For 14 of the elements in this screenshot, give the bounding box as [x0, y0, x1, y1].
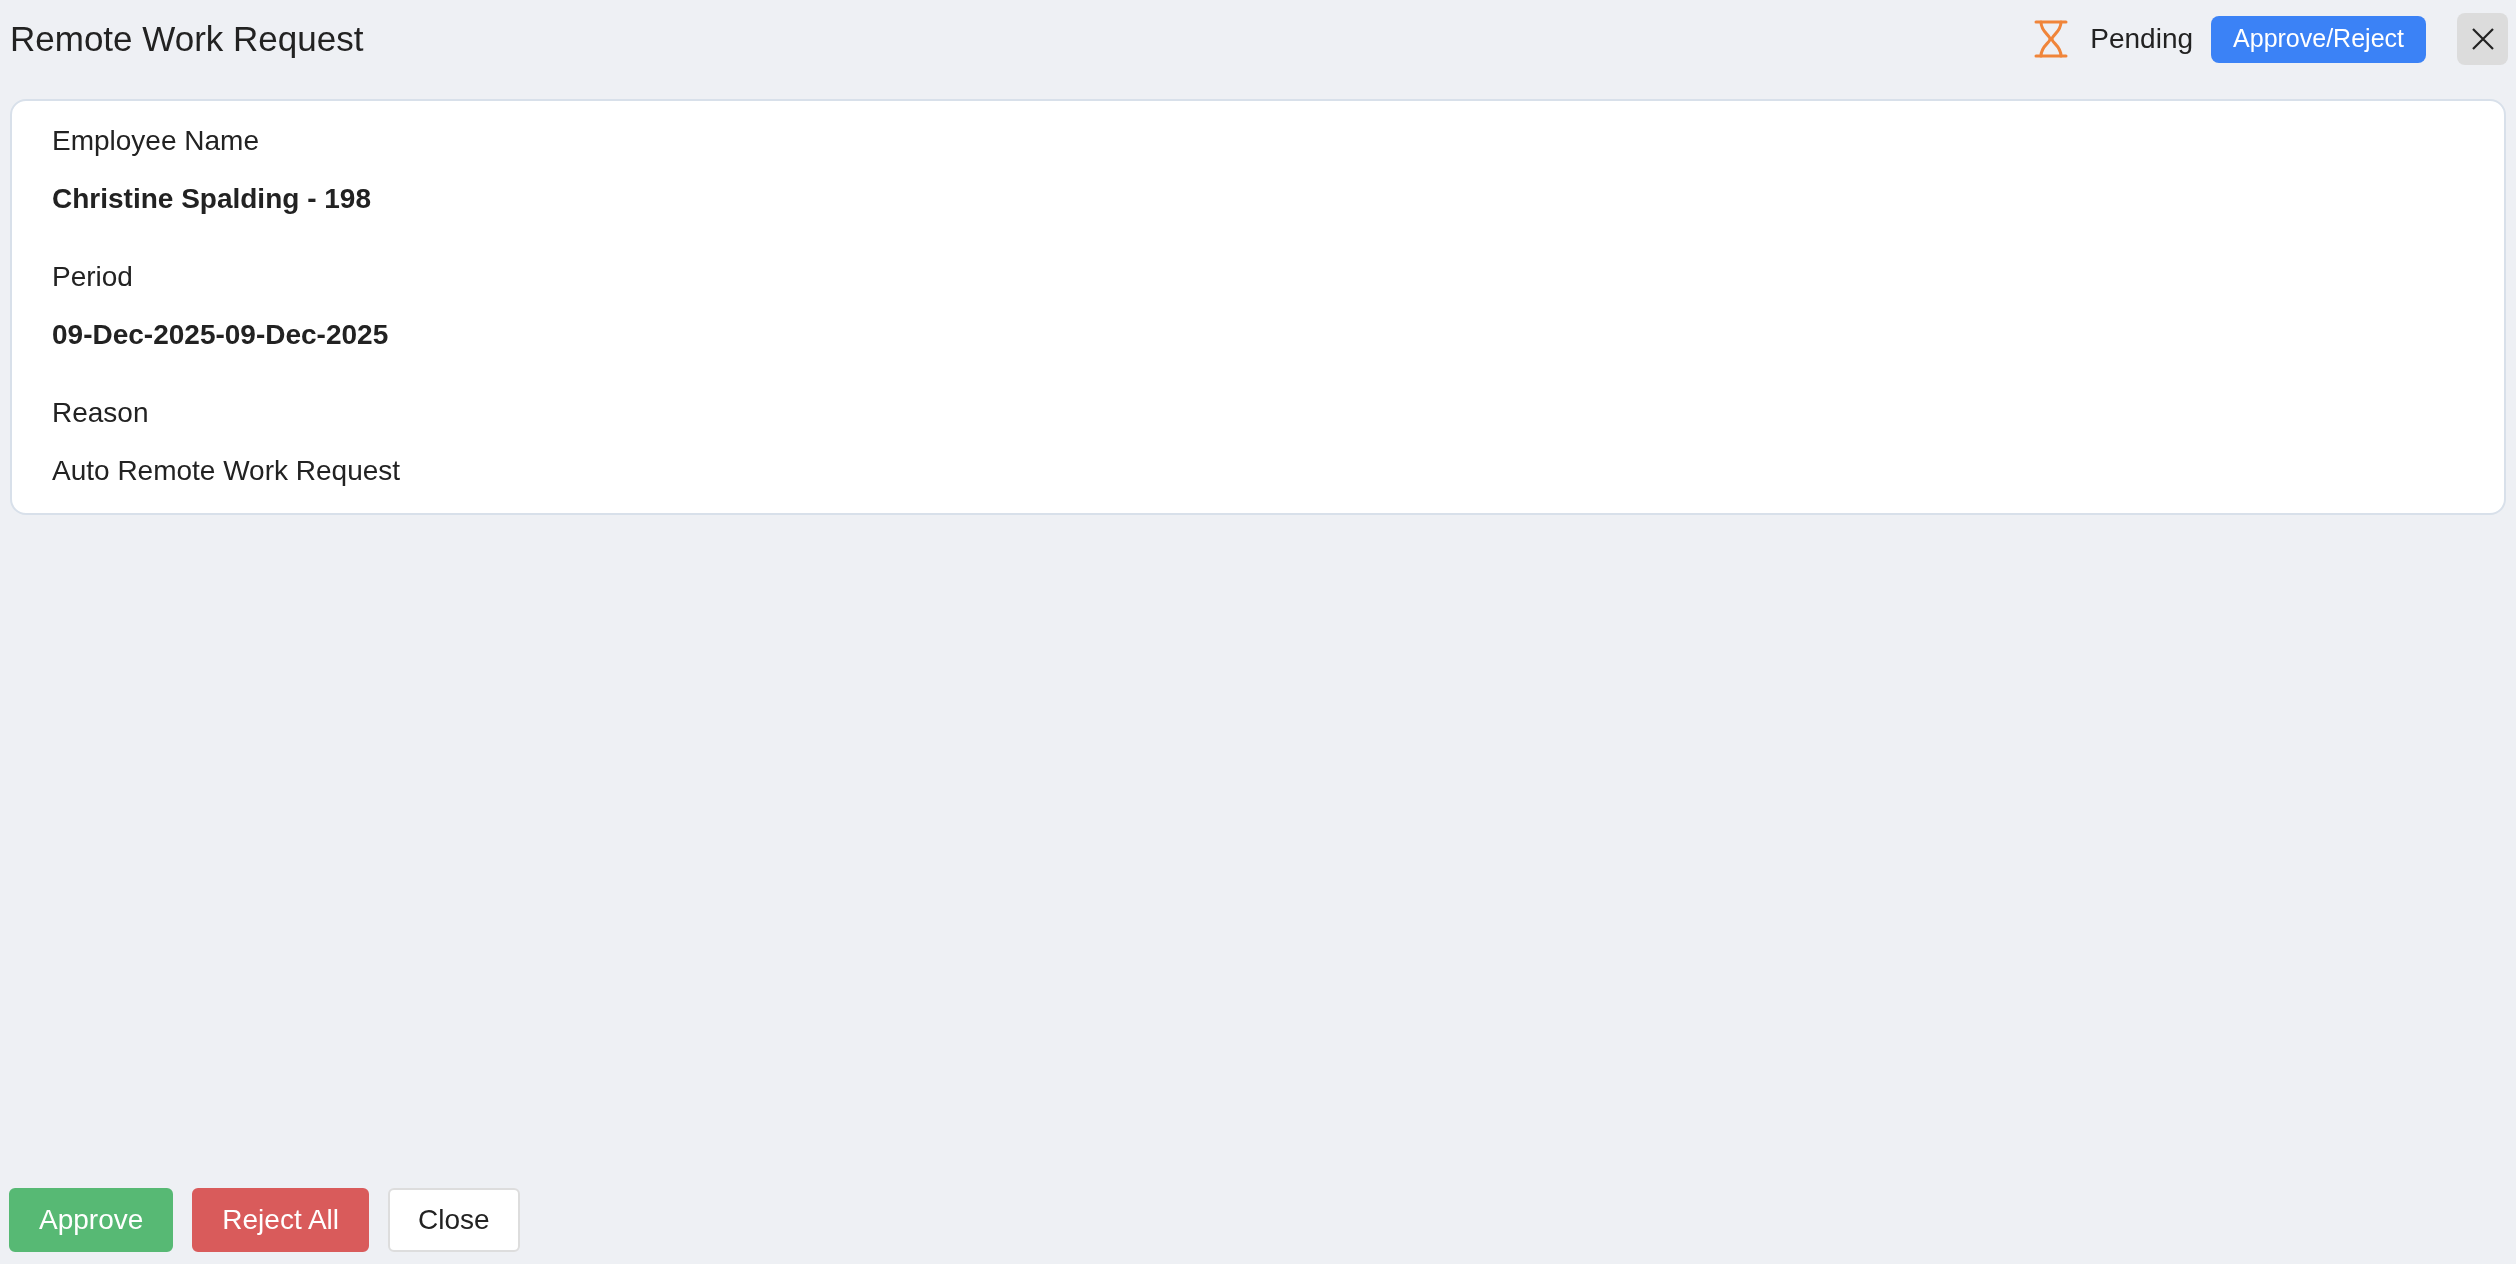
hourglass-icon	[2034, 20, 2069, 58]
field-value: Auto Remote Work Request	[52, 454, 402, 488]
field-label: Reason	[52, 396, 150, 430]
window-title: Remote Work Request	[10, 17, 365, 60]
field-label: Period	[52, 260, 134, 294]
field-label: Employee Name	[52, 124, 260, 158]
field-value: 09-Dec-2025-09-Dec-2025	[52, 318, 390, 352]
approve-button[interactable]: Approve	[9, 1188, 174, 1252]
close-icon[interactable]	[2457, 13, 2508, 65]
approve-reject-button[interactable]: Approve/Reject	[2211, 15, 2426, 63]
close-button[interactable]: Close	[388, 1188, 520, 1252]
status-label: Pending	[2090, 22, 2194, 56]
reject-all-button[interactable]: Reject All	[192, 1188, 369, 1252]
field-value: Christine Spalding - 198	[52, 182, 372, 216]
